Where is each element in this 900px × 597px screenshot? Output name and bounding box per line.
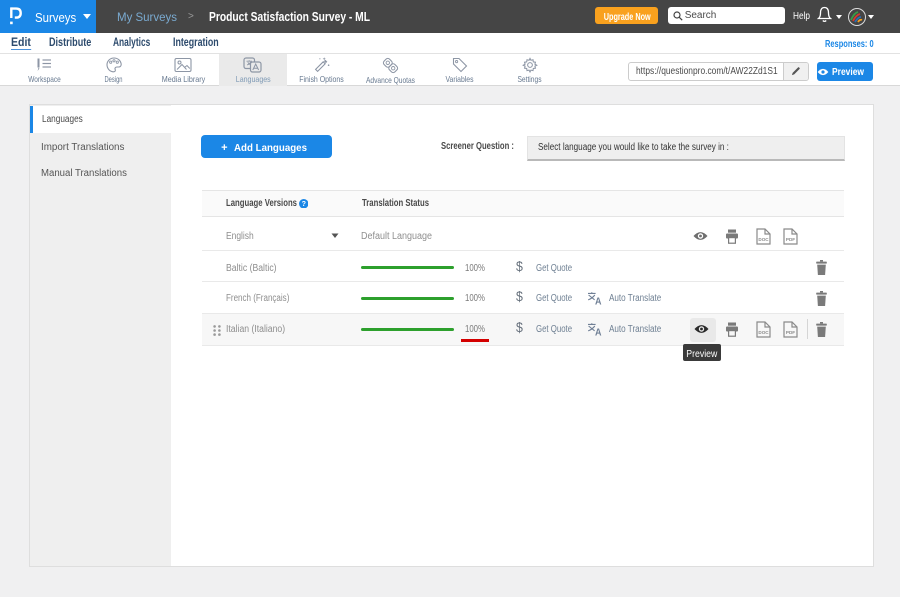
svg-text:PDF: PDF xyxy=(785,236,794,241)
svg-text:DOC: DOC xyxy=(758,329,769,334)
svg-text:A: A xyxy=(595,296,602,305)
svg-text:PDF: PDF xyxy=(785,329,794,334)
svg-text:?: ? xyxy=(301,200,305,208)
svg-text:A: A xyxy=(595,327,602,336)
svg-text:DOC: DOC xyxy=(758,236,769,241)
